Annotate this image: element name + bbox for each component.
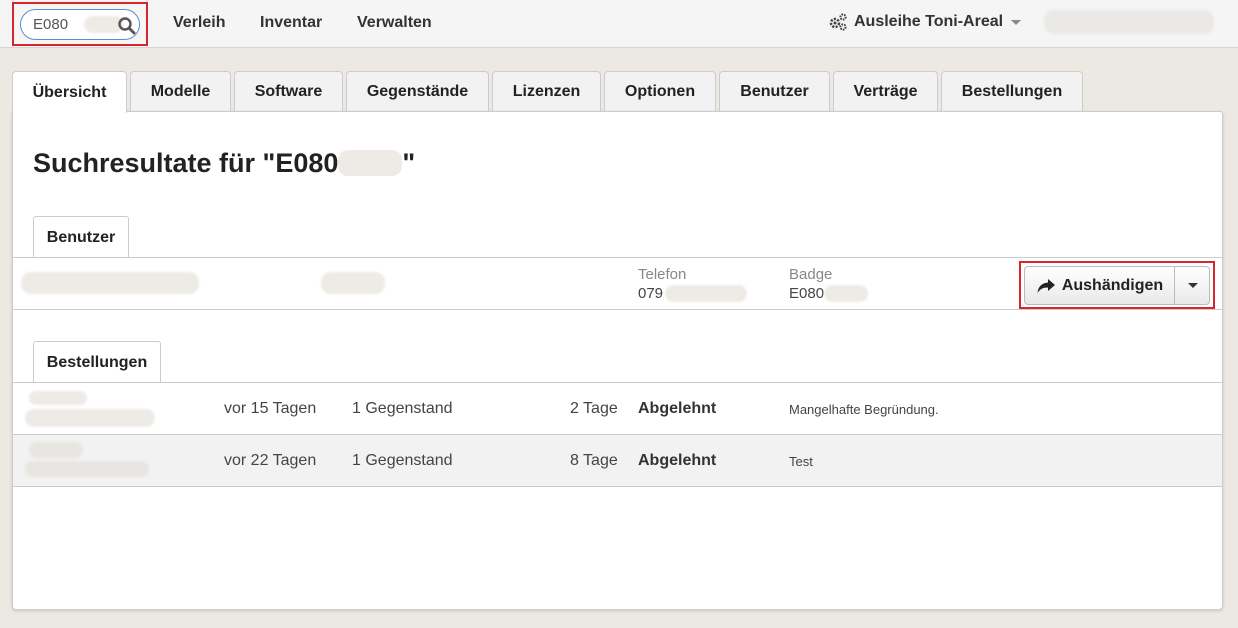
search-icon[interactable]: [117, 16, 137, 36]
nav-inventar[interactable]: Inventar: [260, 14, 322, 32]
chevron-down-icon: [1011, 19, 1022, 25]
phone-label: Telefon: [638, 266, 687, 283]
order-row[interactable]: vor 15 Tagen 1 Gegenstand 2 Tage Abgeleh…: [13, 383, 1222, 435]
action-highlight-frame: Aushändigen: [1019, 261, 1215, 309]
tab-orders[interactable]: Bestellungen: [941, 71, 1083, 112]
redacted-text: [338, 150, 403, 176]
redacted-user-menu[interactable]: [1044, 10, 1214, 34]
order-created: vor 15 Tagen: [224, 400, 317, 417]
redacted-user-info: [321, 272, 385, 294]
order-duration: 8 Tage: [570, 452, 618, 469]
tab-contracts[interactable]: Verträge: [833, 71, 938, 112]
hand-over-button[interactable]: Aushändigen: [1024, 266, 1175, 305]
redacted-user-name: [29, 442, 83, 458]
inventory-pool-label: Ausleihe Toni-Areal: [854, 13, 1004, 30]
redacted-user-name: [21, 272, 199, 294]
tab-licenses[interactable]: Lizenzen: [492, 71, 601, 112]
redacted-user-name: [29, 391, 87, 405]
hand-over-dropdown-button[interactable]: [1174, 266, 1210, 305]
chevron-down-icon: [1188, 283, 1198, 288]
order-reason: Test: [789, 454, 813, 469]
inventory-pool-menu[interactable]: Ausleihe Toni-Areal: [828, 13, 1022, 31]
nav-verleih[interactable]: Verleih: [173, 14, 225, 32]
section-tab-users: Benutzer: [33, 216, 129, 258]
redacted-badge: [824, 285, 868, 302]
order-reason: Mangelhafte Begründung.: [789, 402, 939, 417]
tab-overview[interactable]: Übersicht: [12, 71, 127, 113]
order-items: 1 Gegenstand: [352, 400, 453, 417]
divider: [13, 309, 1222, 310]
order-status: Abgelehnt: [638, 400, 717, 417]
order-created: vor 22 Tagen: [224, 452, 317, 469]
phone-value: 079: [638, 285, 664, 302]
tab-software[interactable]: Software: [234, 71, 343, 112]
tab-users[interactable]: Benutzer: [719, 71, 830, 112]
top-navbar: E080 Verleih Inventar Verwalten Ausleihe…: [0, 0, 1238, 48]
section-tab-orders: Bestellungen: [33, 341, 161, 383]
hand-over-label: Aushändigen: [1061, 276, 1164, 294]
tab-options[interactable]: Optionen: [604, 71, 716, 112]
badge-label: Badge: [789, 266, 833, 283]
tab-items[interactable]: Gegenstände: [346, 71, 489, 112]
search-results-panel: Suchresultate für "E080 " Benutzer Telefo…: [12, 111, 1223, 610]
badge-value: E080: [789, 285, 825, 302]
search-highlight-frame: E080: [12, 2, 148, 46]
divider: [13, 486, 1222, 487]
tab-models[interactable]: Modelle: [130, 71, 231, 112]
nav-verwalten[interactable]: Verwalten: [357, 14, 432, 32]
share-arrow-icon: [1037, 278, 1055, 293]
redacted-user-name: [25, 461, 149, 477]
order-row[interactable]: vor 22 Tagen 1 Gegenstand 8 Tage Abgeleh…: [13, 435, 1222, 487]
gears-icon: [829, 13, 847, 31]
page-title: Suchresultate für "E080 ": [33, 148, 416, 178]
order-items: 1 Gegenstand: [352, 452, 453, 469]
redacted-user-name: [25, 409, 155, 427]
redacted-phone: [665, 285, 747, 302]
order-status: Abgelehnt: [638, 452, 717, 469]
order-duration: 2 Tage: [570, 400, 618, 417]
